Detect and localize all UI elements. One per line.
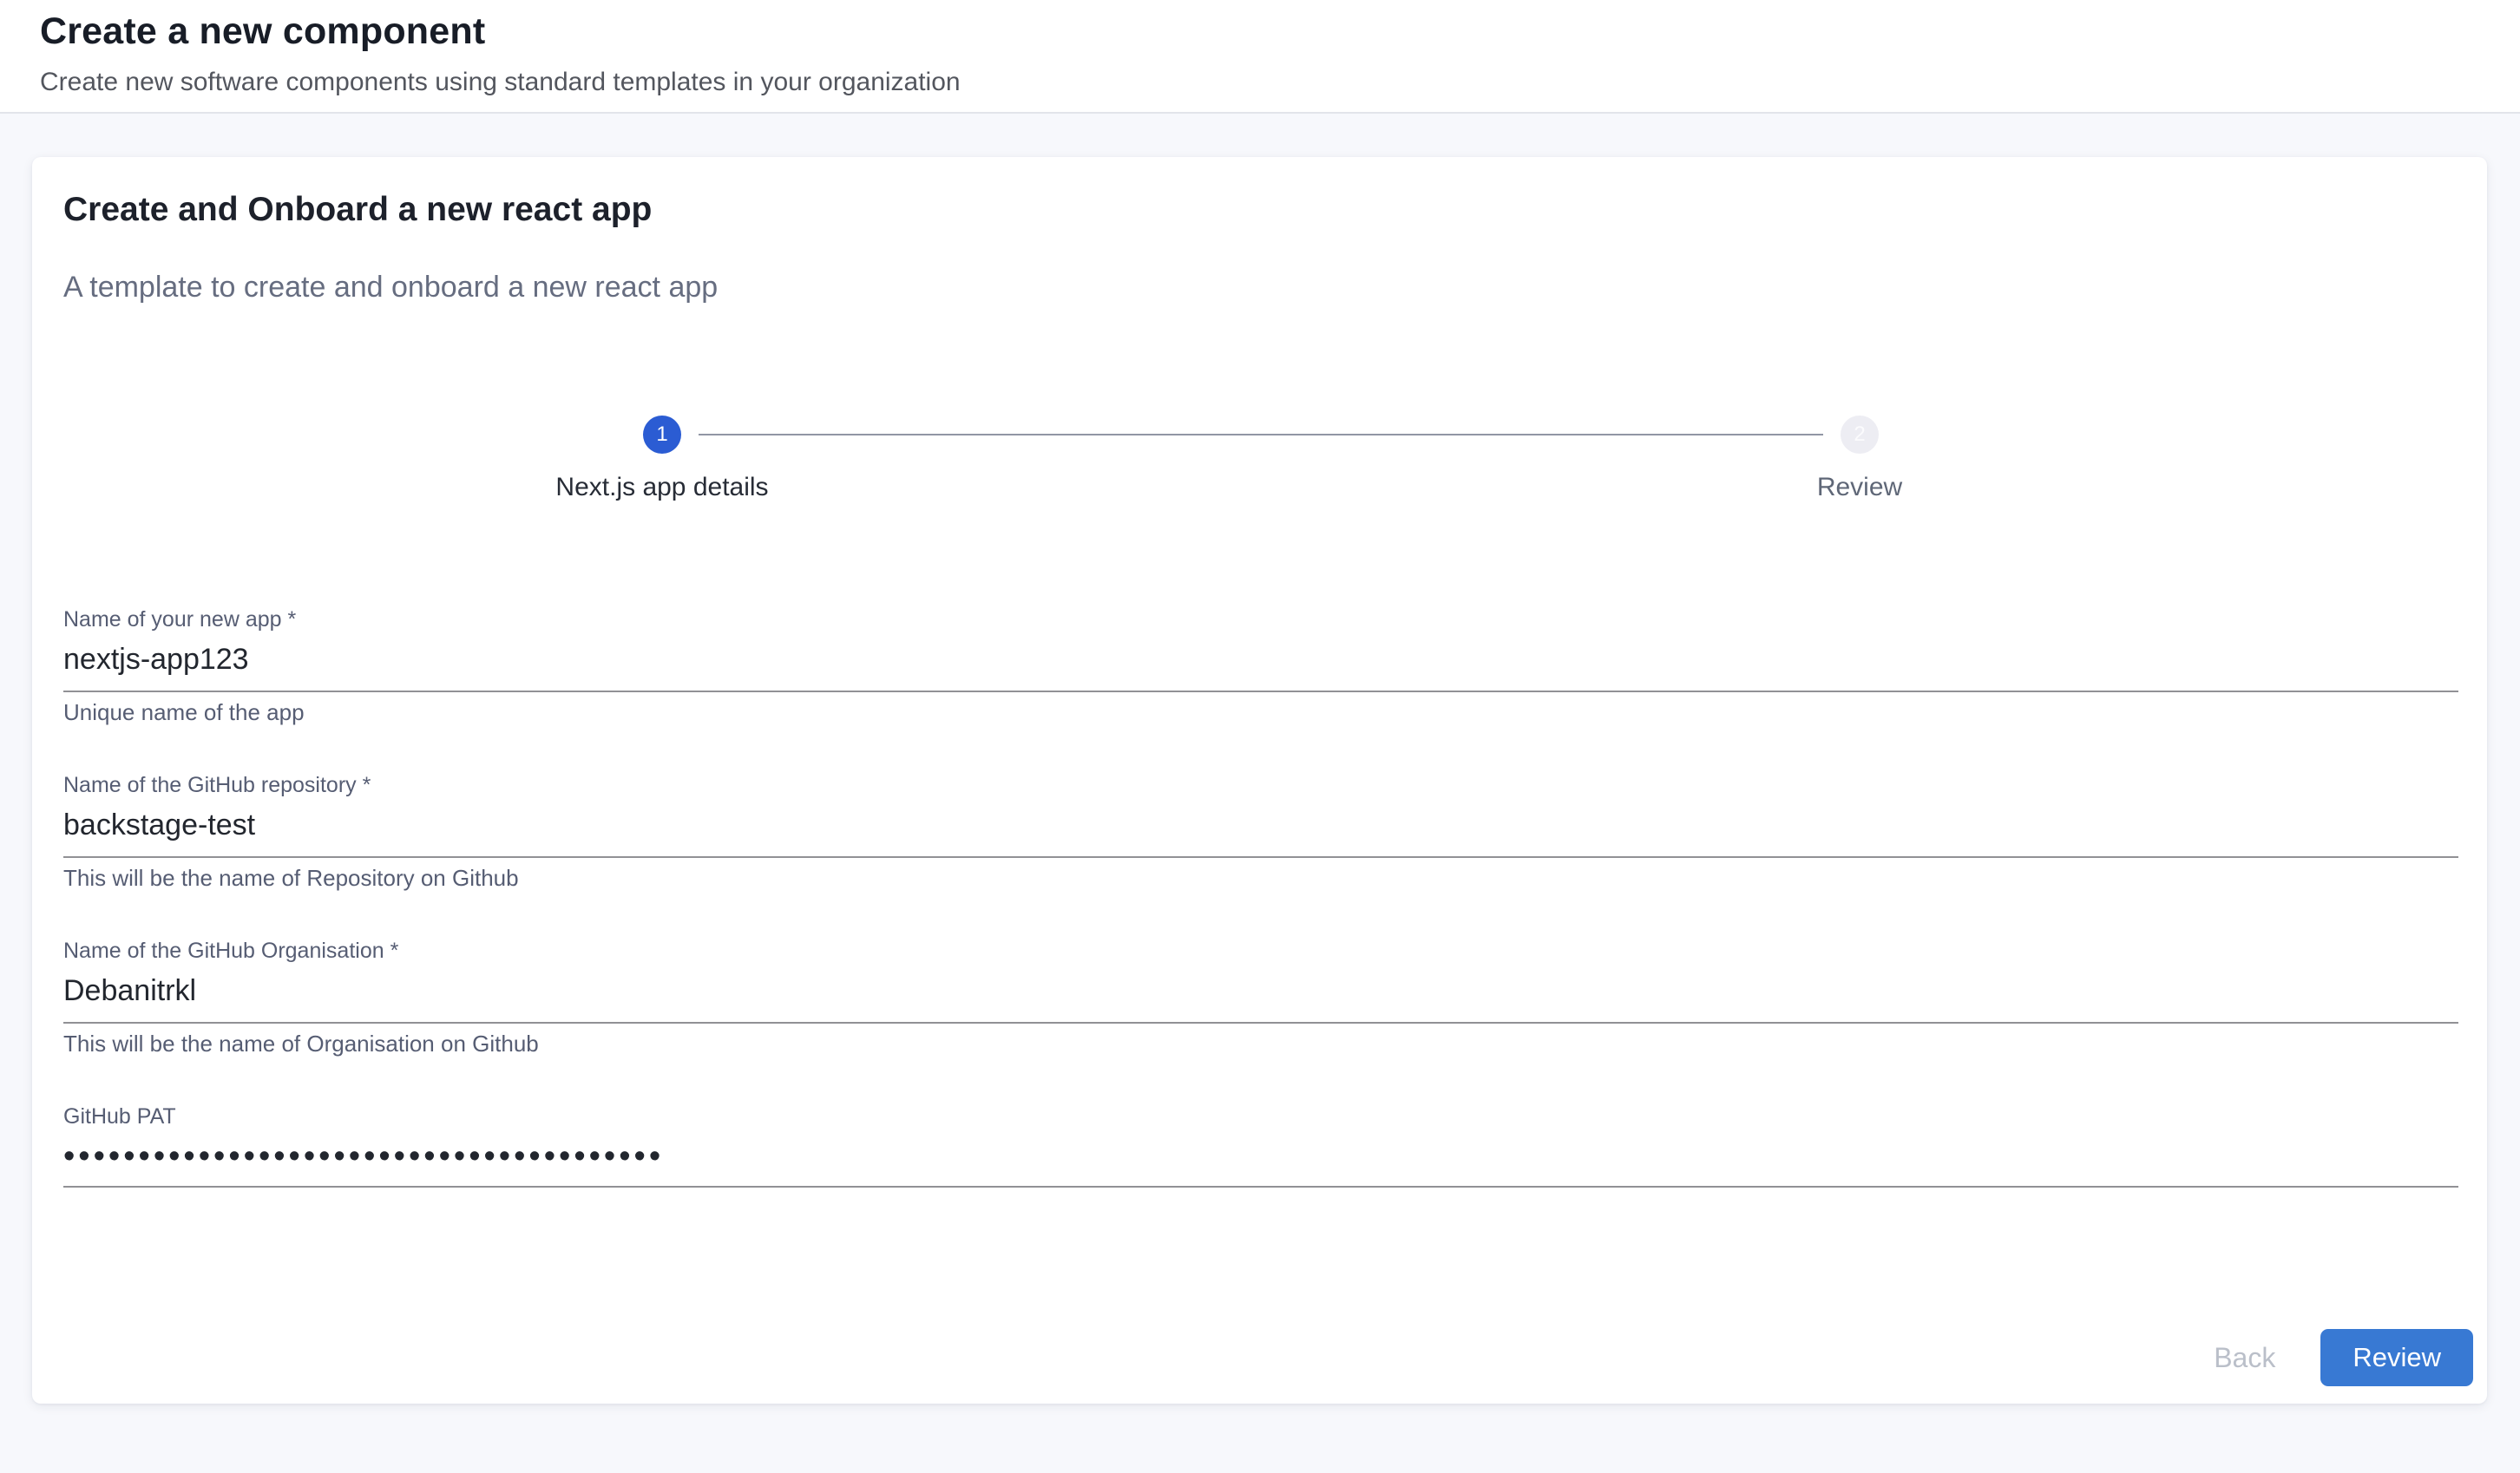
- stepper-connector: [699, 434, 1823, 435]
- card-actions: Back Review: [2193, 1329, 2473, 1386]
- review-button[interactable]: Review: [2320, 1329, 2473, 1386]
- step-2-badge: 2: [1841, 416, 1879, 454]
- field-github-organisation: Name of the GitHub Organisation * This w…: [63, 939, 2458, 1057]
- github-repository-helper: This will be the name of Repository on G…: [63, 865, 2458, 891]
- stepper: 1 Next.js app details 2 Review: [63, 416, 2458, 502]
- step-review: 2 Review: [1261, 416, 2458, 502]
- step-1-badge: 1: [643, 416, 681, 454]
- step-nextjs-app-details: 1 Next.js app details: [63, 416, 1261, 502]
- app-name-input[interactable]: [63, 638, 2458, 692]
- github-pat-input[interactable]: [63, 1136, 2458, 1188]
- back-button[interactable]: Back: [2193, 1332, 2296, 1385]
- app-name-label: Name of your new app *: [63, 607, 296, 632]
- field-github-pat: GitHub PAT: [63, 1104, 2458, 1188]
- field-github-repository: Name of the GitHub repository * This wil…: [63, 773, 2458, 891]
- github-organisation-helper: This will be the name of Organisation on…: [63, 1031, 2458, 1057]
- app-name-helper: Unique name of the app: [63, 699, 2458, 725]
- page-header: Create a new component Create new softwa…: [0, 0, 2520, 114]
- github-organisation-input[interactable]: [63, 970, 2458, 1024]
- page-subtitle: Create new software components using sta…: [40, 68, 2480, 97]
- component-form: Name of your new app * Unique name of th…: [63, 607, 2458, 1188]
- card-subtitle: A template to create and onboard a new r…: [63, 270, 2458, 304]
- page-title: Create a new component: [40, 9, 2480, 54]
- field-app-name: Name of your new app * Unique name of th…: [63, 607, 2458, 725]
- step-2-label: Review: [1817, 473, 1902, 502]
- github-repository-input[interactable]: [63, 804, 2458, 858]
- github-organisation-label: Name of the GitHub Organisation *: [63, 939, 398, 963]
- github-repository-label: Name of the GitHub repository *: [63, 773, 371, 797]
- step-1-label: Next.js app details: [555, 473, 768, 502]
- card-title: Create and Onboard a new react app: [63, 157, 2458, 230]
- github-pat-label: GitHub PAT: [63, 1104, 176, 1129]
- template-card: Create and Onboard a new react app A tem…: [32, 157, 2487, 1404]
